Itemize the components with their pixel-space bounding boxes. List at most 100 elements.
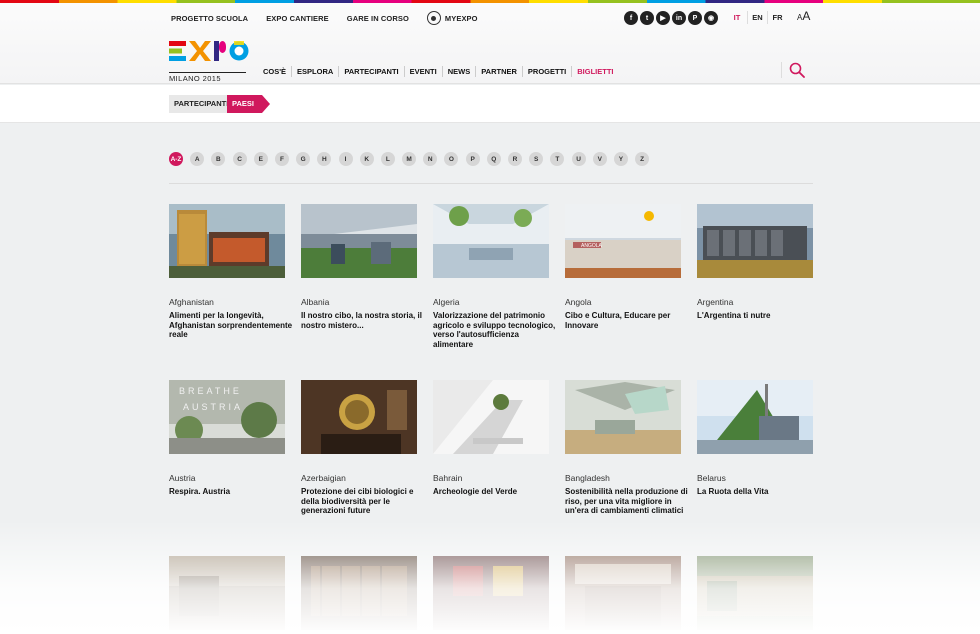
letter-filter[interactable]: A-Z [169,152,183,166]
nav-progetti[interactable]: PROGETTI [521,66,571,77]
letter-filter[interactable]: N [423,152,438,166]
letter-filter[interactable]: S [529,152,544,166]
pavilion-title[interactable]: Respira. Austria [169,487,294,497]
country-card-image[interactable] [169,556,285,630]
nav-eventi[interactable]: EVENTI [403,66,442,77]
search-icon[interactable] [789,62,805,78]
country-card-image[interactable] [301,380,417,454]
section-divider [169,183,813,184]
country-name[interactable]: Austria [169,473,195,483]
nav-cose[interactable]: COS'È [258,66,291,77]
letter-filter[interactable]: K [359,152,374,166]
letter-filter[interactable]: L [380,152,395,166]
country-card[interactable]: ANGOLA Angola Cibo e Cultura, Educare per … [565,204,681,330]
lang-en[interactable]: EN [747,11,767,24]
country-card-image[interactable] [697,204,813,278]
nav-partner[interactable]: PARTNER [475,66,522,77]
myexpo-link[interactable]: MYEXPO [426,11,478,25]
letter-filter[interactable]: G [296,152,311,166]
top-nav-gare-in-corso[interactable]: GARE IN CORSO [347,14,418,23]
letter-filter[interactable]: V [592,152,607,166]
letter-filter[interactable]: C [232,152,247,166]
country-card[interactable]: Algeria Valorizzazione del patrimonio agr… [433,204,555,349]
nav-partecipanti[interactable]: PARTECIPANTI [338,66,405,87]
country-card-image[interactable] [169,204,285,278]
letter-filter[interactable]: Q [486,152,501,166]
pavilion-title[interactable]: Alimenti per la longevità, Afghanistan s… [169,311,294,340]
letter-filter[interactable]: R [508,152,522,166]
country-card[interactable]: Azerbaigian Protezione dei cibi biologici… [301,380,417,515]
country-card-image[interactable] [433,204,549,278]
country-card[interactable]: Afghanistan Alimenti per la longevità, Af… [169,204,292,339]
facebook-icon[interactable]: f [624,11,638,25]
letter-filter[interactable]: T [550,152,565,166]
country-card[interactable]: Argentina L'Argentina ti nutre [697,204,813,320]
pinterest-icon[interactable]: P [688,11,702,25]
pavilion-title[interactable]: Archeologie del Verde [433,487,558,497]
letter-filter[interactable]: B [211,152,226,166]
country-card-image[interactable] [565,380,681,454]
youtube-icon[interactable]: ▶ [656,11,670,25]
country-card[interactable] [433,556,549,634]
country-name[interactable]: Bangladesh [565,473,610,483]
country-card-image[interactable] [697,556,813,630]
pavilion-title[interactable]: L'Argentina ti nutre [697,311,822,321]
letter-filter[interactable]: A [190,152,205,166]
pavilion-title[interactable]: Cibo e Cultura, Educare per Innovare [565,311,690,330]
letter-filter[interactable]: M [402,152,417,166]
pavilion-title[interactable]: La Ruota della Vita [697,487,822,497]
country-card-image[interactable] [697,380,813,454]
nav-news[interactable]: NEWS [441,66,476,77]
country-card[interactable] [697,556,813,634]
country-card-image[interactable]: BREATHE AUSTRIA [169,380,285,454]
linkedin-icon[interactable]: in [672,11,686,25]
country-card[interactable] [301,556,417,634]
letter-filter[interactable]: E [253,152,268,166]
lang-it[interactable]: IT [727,11,747,24]
country-card-image[interactable] [301,556,417,630]
country-name[interactable]: Argentina [697,297,733,307]
country-card-image[interactable] [433,556,549,630]
letter-filter[interactable]: F [274,152,289,166]
country-name[interactable]: Albania [301,297,329,307]
language-switcher: IT EN FR [727,11,787,24]
letter-filter[interactable]: O [444,152,459,166]
twitter-icon[interactable]: t [640,11,654,25]
letter-filter[interactable]: I [338,152,353,166]
letter-filter[interactable]: U [571,152,586,166]
country-card[interactable] [169,556,285,634]
country-card-image[interactable] [301,204,417,278]
nav-esplora[interactable]: ESPLORA [291,66,338,77]
pavilion-title[interactable]: Il nostro cibo, la nostra storia, il nos… [301,311,426,330]
pavilion-title[interactable]: Protezione dei cibi biologici e della bi… [301,487,426,516]
country-name[interactable]: Azerbaigian [301,473,346,483]
country-name[interactable]: Bahrain [433,473,462,483]
country-name[interactable]: Belarus [697,473,726,483]
font-size-control[interactable]: AA [797,9,810,23]
country-name[interactable]: Afghanistan [169,297,214,307]
country-card[interactable] [565,556,681,634]
pavilion-title[interactable]: Valorizzazione del patrimonio agricolo e… [433,311,558,349]
expo-logo[interactable]: MILANO 2015 [169,41,249,83]
country-card-image[interactable]: ANGOLA [565,204,681,278]
country-card[interactable]: Albania Il nostro cibo, la nostra storia,… [301,204,422,330]
letter-filter[interactable]: Y [613,152,628,166]
nav-biglietti[interactable]: BIGLIETTI [571,66,618,77]
pavilion-title[interactable]: Sostenibilità nella produzione di riso, … [565,487,690,516]
top-nav-expo-cantiere[interactable]: EXPO CANTIERE [266,14,338,23]
country-card-image[interactable] [433,380,549,454]
country-card[interactable]: BREATHE AUSTRIA Austria Respira. Austria [169,380,285,496]
country-card[interactable]: Bahrain Archeologie del Verde [433,380,549,496]
rss-icon[interactable]: ◉ [704,11,718,25]
country-card-image[interactable] [565,556,681,630]
top-nav-progetto-scuola[interactable]: PROGETTO SCUOLA [171,14,257,23]
font-large-button[interactable]: A [802,9,810,23]
letter-filter[interactable]: Z [635,152,650,166]
country-card[interactable]: Belarus La Ruota della Vita [697,380,813,496]
country-name[interactable]: Angola [565,297,591,307]
lang-fr[interactable]: FR [767,11,787,24]
letter-filter[interactable]: H [317,152,332,166]
country-card[interactable]: Bangladesh Sostenibilità nella produzione… [565,380,688,515]
letter-filter[interactable]: P [465,152,480,166]
country-name[interactable]: Algeria [433,297,459,307]
